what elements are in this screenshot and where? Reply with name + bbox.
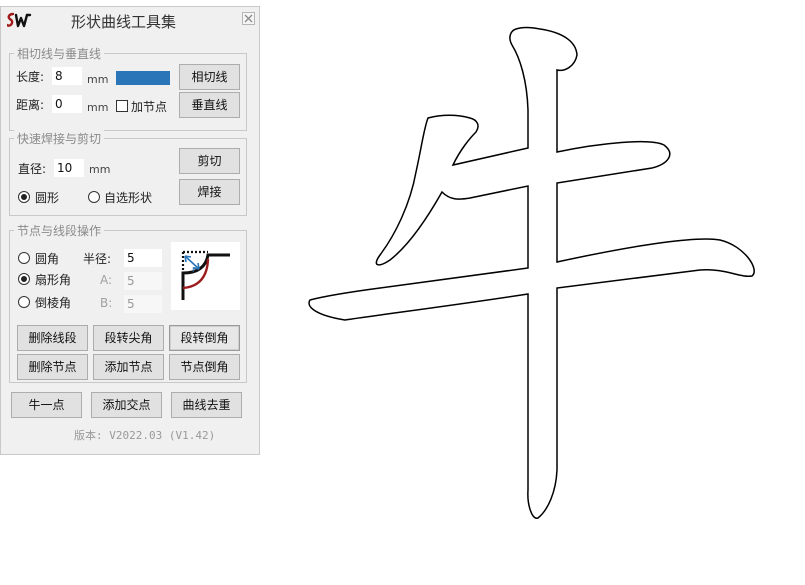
niu-yi-dian-button[interactable]: 牛一点 [11, 392, 82, 418]
delete-segment-button[interactable]: 删除线段 [17, 325, 88, 351]
node-segment-group: 节点与线段操作 圆角 扇形角 倒棱角 半径: 5 A: 5 B: 5 r 删除线… [9, 222, 247, 383]
diameter-input[interactable]: 10 [54, 159, 84, 177]
segment-to-chamfer-button[interactable]: 段转倒角 [169, 325, 240, 351]
node-chamfer-button[interactable]: 节点倒角 [169, 354, 240, 380]
cut-button[interactable]: 剪切 [179, 148, 240, 174]
group-title-weld: 快速焊接与剪切 [14, 130, 105, 147]
circle-radio-label[interactable]: 圆形 [35, 189, 59, 206]
scallop-corner-preview-icon: r [171, 242, 240, 310]
svg-text:r: r [192, 265, 196, 275]
length-label: 长度: [16, 70, 45, 84]
vertical-line-button[interactable]: 垂直线 [179, 92, 240, 118]
delete-node-button[interactable]: 删除节点 [17, 354, 88, 380]
diameter-unit: mm [89, 163, 111, 176]
glyph-niu-outline[interactable] [308, 26, 755, 519]
group-title-node: 节点与线段操作 [14, 222, 105, 239]
b-label: B: [100, 296, 113, 310]
add-intersection-button[interactable]: 添加交点 [91, 392, 162, 418]
round-corner-label[interactable]: 圆角 [35, 250, 59, 267]
a-label: A: [100, 273, 113, 287]
b-input[interactable]: 5 [124, 295, 162, 313]
title-bar[interactable]: 形状曲线工具集 [1, 7, 259, 33]
radius-input[interactable]: 5 [124, 249, 162, 267]
diameter-label: 直径: [18, 162, 47, 176]
chamfer-corner-label[interactable]: 倒棱角 [35, 294, 71, 311]
length-unit: mm [87, 73, 109, 86]
shape-curve-tool-panel: 形状曲线工具集 相切线与垂直线 长度: 8 mm 相切线 距离: 0 mm 加节… [0, 6, 260, 455]
close-icon[interactable] [242, 12, 255, 25]
add-node-button[interactable]: 添加节点 [93, 354, 164, 380]
custom-shape-radio-label[interactable]: 自选形状 [104, 189, 152, 206]
tangent-vertical-group: 相切线与垂直线 长度: 8 mm 相切线 距离: 0 mm 加节点 垂直线 [9, 45, 247, 131]
scallop-corner-radio[interactable] [18, 273, 30, 285]
a-input[interactable]: 5 [124, 272, 162, 290]
distance-label: 距离: [16, 98, 45, 112]
add-node-label[interactable]: 加节点 [131, 98, 167, 115]
weld-button[interactable]: 焊接 [179, 179, 240, 205]
segment-to-sharp-button[interactable]: 段转尖角 [93, 325, 164, 351]
round-corner-radio[interactable] [18, 252, 30, 264]
distance-input[interactable]: 0 [52, 95, 82, 113]
sw-logo-icon [7, 12, 32, 28]
radius-label: 半径: [83, 252, 112, 266]
dedupe-curves-button[interactable]: 曲线去重 [171, 392, 242, 418]
circle-radio[interactable] [18, 191, 30, 203]
color-swatch[interactable] [116, 71, 170, 85]
version-label: 版本: V2022.03 (V1.42) [74, 429, 216, 442]
distance-unit: mm [87, 101, 109, 114]
custom-shape-radio[interactable] [88, 191, 100, 203]
length-input[interactable]: 8 [52, 67, 82, 85]
window-title: 形状曲线工具集 [71, 13, 177, 31]
scallop-corner-label[interactable]: 扇形角 [35, 271, 71, 288]
add-node-checkbox[interactable] [116, 100, 128, 112]
glyph-outline-canvas[interactable] [300, 20, 770, 530]
tangent-line-button[interactable]: 相切线 [179, 64, 240, 90]
group-title-tangent: 相切线与垂直线 [14, 45, 105, 62]
chamfer-corner-radio[interactable] [18, 296, 30, 308]
weld-cut-group: 快速焊接与剪切 直径: 10 mm 剪切 圆形 自选形状 焊接 [9, 130, 247, 216]
